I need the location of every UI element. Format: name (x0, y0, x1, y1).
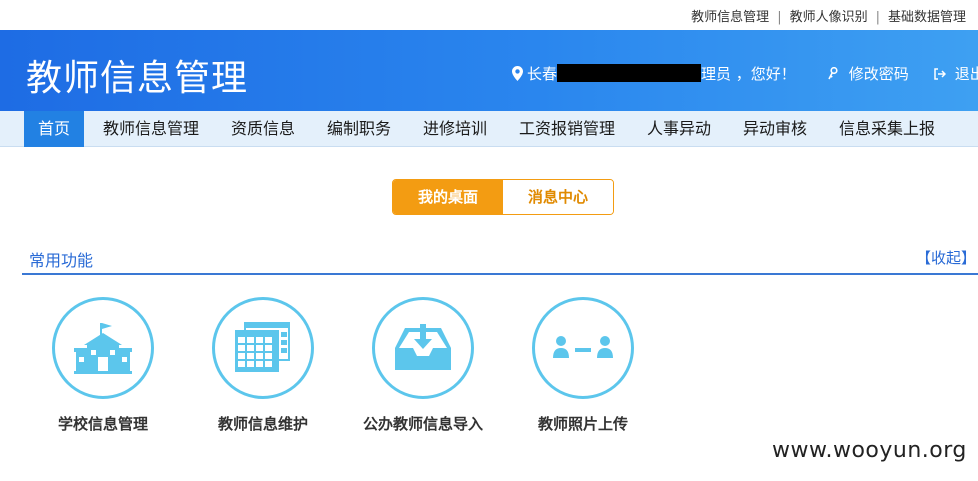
location-pin-icon (512, 66, 523, 85)
feature-label: 公办教师信息导入 (362, 415, 483, 433)
top-link-teacher-info[interactable]: 教师信息管理 (691, 10, 769, 25)
top-link-separator: | (875, 10, 880, 25)
section-title: 常用功能 (29, 251, 94, 270)
feature-circle (532, 297, 634, 399)
feature-circle (212, 297, 314, 399)
redacted-block (557, 64, 702, 82)
nav-item-training[interactable]: 进修培训 (423, 111, 487, 147)
user-greeting: 长春 理员 ，您好！ (512, 63, 796, 85)
key-icon (828, 65, 849, 83)
logout-label: 退出 (954, 65, 978, 83)
feature-circle (52, 297, 154, 399)
tab-message-center[interactable]: 消息中心 (503, 180, 613, 214)
collapse-button[interactable]: 【收起】 (916, 247, 976, 268)
calendar-table-icon (235, 322, 290, 372)
feature-label: 教师信息维护 (217, 415, 308, 433)
nav-item-salary[interactable]: 工资报销管理 (519, 111, 615, 147)
logout-icon (934, 65, 955, 83)
top-link-separator: | (777, 10, 782, 25)
watermark: www.wooyun.org (772, 438, 967, 463)
school-icon (74, 323, 132, 374)
nav-item-personnel-change[interactable]: 人事异动 (647, 111, 711, 147)
nav-item-home[interactable]: 首页 (24, 111, 85, 147)
section-divider (22, 273, 978, 275)
top-links: 教师信息管理 | 教师人像识别 | 基础数据管理 (691, 6, 966, 25)
feature-label: 教师照片上传 (537, 415, 628, 433)
top-link-face-recognition[interactable]: 教师人像识别 (790, 10, 868, 25)
feature-teacher-info-maintenance[interactable]: 教师信息维护 (193, 297, 333, 434)
nav-item-change-review[interactable]: 异动审核 (743, 111, 807, 147)
feature-label: 学校信息管理 (57, 415, 148, 433)
logout-link[interactable]: 退出 (934, 63, 978, 84)
app-title: 教师信息管理 (26, 58, 249, 99)
change-password-link[interactable]: 修改密码 (828, 63, 909, 84)
change-password-label: 修改密码 (848, 65, 909, 83)
app-header: 教师信息管理 长春 理员 ，您好！ 修改密码 退出 (0, 30, 978, 111)
nav-item-teacher-info[interactable]: 教师信息管理 (103, 111, 199, 147)
feature-teacher-photo-upload[interactable]: 教师照片上传 (513, 297, 653, 434)
view-toggle: 我的桌面 消息中心 (392, 179, 614, 215)
nav-item-qualification[interactable]: 资质信息 (231, 111, 295, 147)
users-link-icon (553, 336, 613, 358)
top-link-bar: 教师信息管理 | 教师人像识别 | 基础数据管理 (0, 0, 978, 30)
nav-item-establishment[interactable]: 编制职务 (327, 111, 391, 147)
feature-circle (372, 297, 474, 399)
tab-my-desktop[interactable]: 我的桌面 (393, 180, 503, 214)
feature-public-teacher-import[interactable]: 公办教师信息导入 (353, 297, 493, 434)
feature-school-info[interactable]: 学校信息管理 (33, 297, 173, 434)
nav-item-info-report[interactable]: 信息采集上报 (839, 111, 935, 147)
user-prefix: 长春 (527, 65, 558, 83)
inbox-download-icon (395, 324, 451, 370)
main-nav: 首页 教师信息管理 资质信息 编制职务 进修培训 工资报销管理 人事异动 异动审… (0, 111, 978, 147)
user-suffix: 理员 ，您好！ (701, 65, 796, 83)
top-link-basic-data[interactable]: 基础数据管理 (888, 10, 966, 25)
